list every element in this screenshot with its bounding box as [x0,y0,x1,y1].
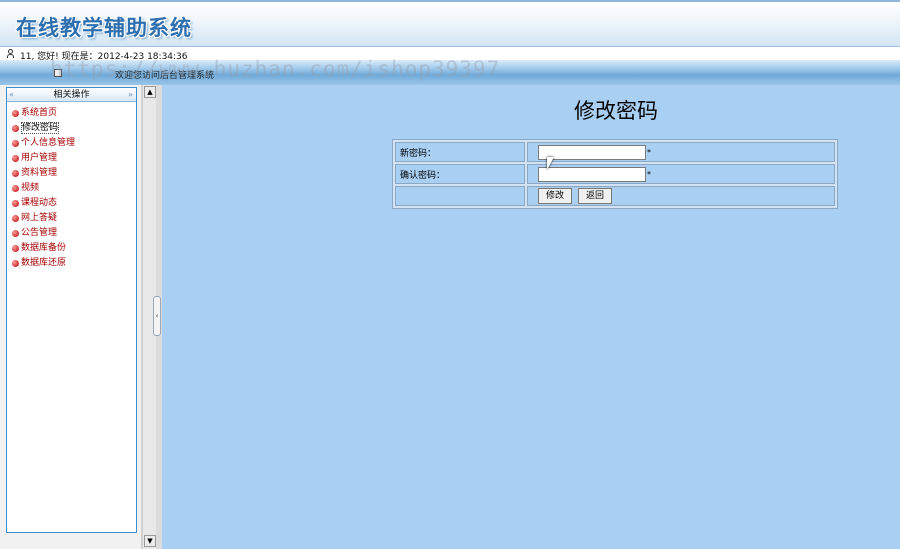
back-button[interactable]: 返回 [578,188,613,204]
collapse-left-icon[interactable]: « [9,88,14,102]
sidebar-item-label: 修改密码 [21,122,60,134]
bullet-icon [12,110,19,117]
sidebar-item-profile[interactable]: 个人信息管理 [9,136,75,151]
sidebar-item-label: 公告管理 [21,228,58,238]
form-row: 确认密码： * [395,164,835,184]
bullet-icon [12,245,19,252]
sidebar-item-course-news[interactable]: 课程动态 [9,196,75,211]
required-mark: * [647,147,651,157]
menu-frame: « 相关操作 » 系统首页 修改密码 个人信息管理 用户管理 资料管理 视频 课… [6,87,137,533]
page-title: 修改密码 [574,99,658,123]
sidebar-item-users[interactable]: 用户管理 [9,151,75,166]
scroll-down-icon[interactable]: ▼ [144,535,156,547]
sidebar-item-label: 资料管理 [21,168,58,178]
welcome-text: 欢迎您访问后台管理系统 [115,71,215,81]
mouse-cursor-icon [547,157,554,170]
bullet-icon [12,260,19,267]
sidebar-item-notices[interactable]: 公告管理 [9,226,75,241]
status-bar: 11, 您好! 现在是：2012-4-23 18:34:36 [0,46,900,62]
sidebar-item-qa[interactable]: 网上答疑 [9,211,75,226]
sidebar-item-label: 课程动态 [21,198,58,208]
sidebar-item-home[interactable]: 系统首页 [9,106,75,121]
form-row: 修改 返回 [395,186,835,206]
form-row: 新密码： * [395,142,835,162]
sidebar-item-db-restore[interactable]: 数据库还原 [9,256,75,271]
sidebar-item-label: 数据库还原 [21,258,67,268]
user-icon [7,49,14,58]
menu-header: « 相关操作 » [7,88,136,102]
menu-list: 系统首页 修改密码 个人信息管理 用户管理 资料管理 视频 课程动态 网上答疑 … [9,106,75,271]
scroll-up-icon[interactable]: ▲ [144,86,156,98]
button-cell: 修改 返回 [527,186,835,206]
sidebar: « 相关操作 » 系统首页 修改密码 个人信息管理 用户管理 资料管理 视频 课… [0,85,142,549]
sidebar-item-materials[interactable]: 资料管理 [9,166,75,181]
required-mark: * [647,169,651,179]
bullet-icon [12,125,19,132]
home-icon[interactable] [54,69,62,77]
collapse-sidebar-icon[interactable]: ‹ [153,296,161,336]
sidebar-item-label: 个人信息管理 [21,138,76,148]
bullet-icon [12,185,19,192]
submit-button[interactable]: 修改 [538,188,573,204]
bullet-icon [12,140,19,147]
sidebar-item-video[interactable]: 视频 [9,181,75,196]
nav-bar: 欢迎您访问后台管理系统 [0,60,900,85]
sidebar-item-label: 用户管理 [21,153,58,163]
menu-title: 相关操作 [53,90,90,100]
main-content: 修改密码 新密码： * 确认密码： * 修改 返回 [162,85,900,549]
password-form: 新密码： * 确认密码： * 修改 返回 [392,139,838,209]
new-password-cell: * [527,142,835,162]
sidebar-item-label: 网上答疑 [21,213,58,223]
sidebar-item-label: 系统首页 [21,108,58,118]
system-title: 在线教学辅助系统 [16,16,192,40]
confirm-password-cell: * [527,164,835,184]
bullet-icon [12,170,19,177]
bullet-icon [12,155,19,162]
bullet-icon [12,215,19,222]
sidebar-item-label: 视频 [21,183,40,193]
sidebar-item-change-password[interactable]: 修改密码 [9,121,75,136]
app-header: 在线教学辅助系统 [0,0,900,46]
sidebar-item-db-backup[interactable]: 数据库备份 [9,241,75,256]
collapse-right-icon[interactable]: » [128,88,133,102]
sidebar-item-label: 数据库备份 [21,243,67,253]
confirm-password-label: 确认密码： [395,164,525,184]
new-password-label: 新密码： [395,142,525,162]
bullet-icon [12,230,19,237]
bullet-icon [12,200,19,207]
empty-cell [395,186,525,206]
confirm-password-input[interactable] [538,166,646,182]
new-password-input[interactable] [538,144,646,160]
